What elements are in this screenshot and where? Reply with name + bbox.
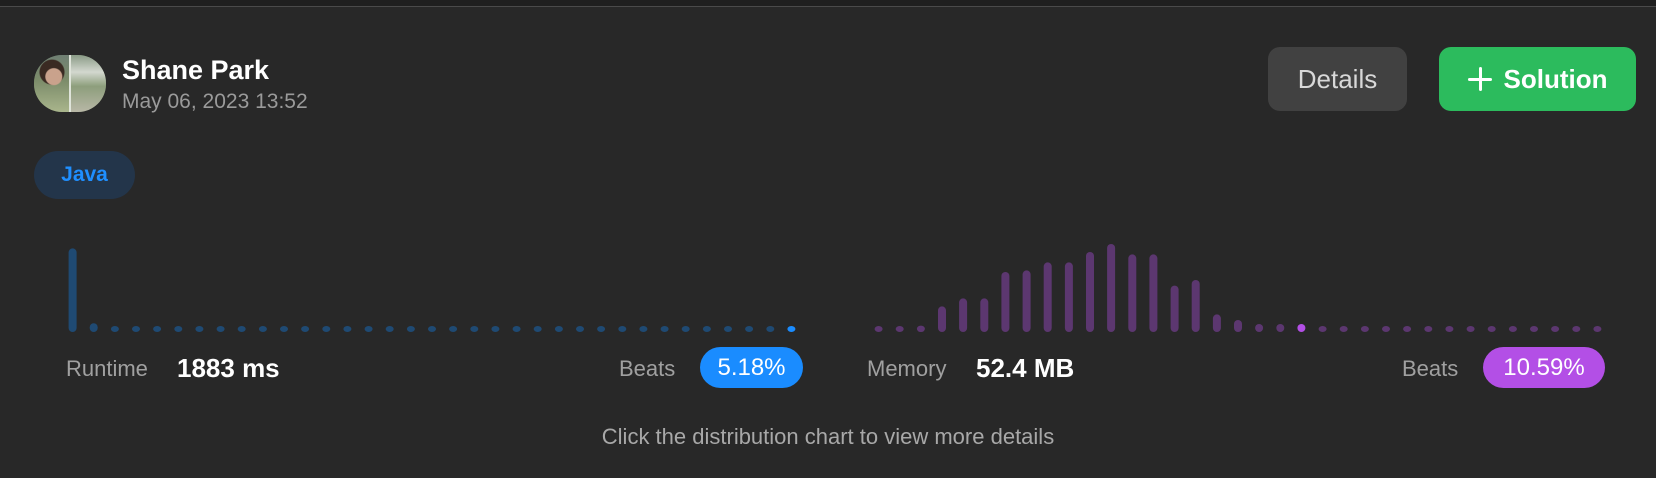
- runtime-bar[interactable]: [597, 326, 606, 332]
- runtime-beats-value: 5.18%: [717, 353, 786, 381]
- runtime-chart-svg[interactable]: [62, 230, 802, 336]
- runtime-bar[interactable]: [195, 326, 204, 332]
- memory-bar[interactable]: [1593, 326, 1602, 332]
- memory-bar[interactable]: [1064, 262, 1073, 332]
- memory-bar[interactable]: [1086, 252, 1094, 332]
- runtime-bar[interactable]: [343, 326, 352, 332]
- memory-bar[interactable]: [874, 326, 883, 332]
- runtime-bar[interactable]: [153, 326, 162, 332]
- memory-bar[interactable]: [1276, 324, 1285, 332]
- runtime-bar[interactable]: [724, 326, 732, 332]
- runtime-distribution-chart[interactable]: [62, 230, 802, 336]
- memory-distribution-chart[interactable]: [868, 230, 1608, 336]
- memory-bar[interactable]: [1234, 320, 1242, 332]
- memory-bar[interactable]: [1403, 326, 1412, 332]
- avatar-divider: [69, 55, 71, 112]
- memory-bar[interactable]: [1128, 254, 1137, 332]
- memory-bar[interactable]: [1107, 244, 1116, 332]
- memory-chart-svg[interactable]: [868, 230, 1608, 336]
- runtime-bar[interactable]: [639, 326, 648, 332]
- runtime-bar[interactable]: [533, 326, 542, 332]
- memory-bar[interactable]: [938, 306, 946, 332]
- runtime-label: Runtime: [66, 356, 148, 381]
- memory-bar[interactable]: [1530, 326, 1538, 332]
- runtime-bar[interactable]: [89, 323, 98, 332]
- runtime-beats-badge: 5.18%: [700, 347, 803, 388]
- memory-bar[interactable]: [895, 326, 904, 332]
- runtime-bar[interactable]: [258, 326, 267, 332]
- avatar-photo-right: [70, 55, 106, 112]
- memory-value: 52.4 MB: [976, 353, 1075, 383]
- memory-bar[interactable]: [1424, 326, 1433, 332]
- submission-timestamp: May 06, 2023 13:52: [122, 90, 308, 113]
- user-name[interactable]: Shane Park: [122, 55, 269, 86]
- memory-bar[interactable]: [1382, 326, 1390, 332]
- language-tag[interactable]: Java: [34, 151, 135, 199]
- memory-bar[interactable]: [1508, 326, 1517, 332]
- memory-beats-value: 10.59%: [1503, 353, 1585, 381]
- solution-button-label: Solution: [1503, 63, 1608, 94]
- runtime-bar[interactable]: [132, 326, 140, 332]
- memory-bar[interactable]: [1170, 285, 1179, 332]
- runtime-value: 1883 ms: [177, 353, 280, 383]
- memory-bar[interactable]: [1191, 280, 1200, 332]
- runtime-bar[interactable]: [702, 326, 711, 332]
- runtime-bar[interactable]: [681, 326, 690, 332]
- memory-beats-label: Beats: [1402, 356, 1459, 381]
- memory-bar[interactable]: [1149, 254, 1158, 332]
- memory-bar[interactable]: [1043, 262, 1052, 332]
- runtime-bar[interactable]: [449, 326, 458, 332]
- runtime-bar[interactable]: [237, 326, 246, 332]
- memory-bar[interactable]: [1360, 326, 1369, 332]
- memory-bar[interactable]: [1297, 324, 1306, 332]
- runtime-bar[interactable]: [766, 326, 775, 332]
- runtime-bar[interactable]: [216, 326, 225, 332]
- runtime-bar[interactable]: [512, 326, 521, 332]
- avatar[interactable]: [34, 55, 106, 112]
- memory-label: Memory: [867, 356, 947, 381]
- runtime-bar[interactable]: [174, 326, 183, 332]
- memory-bar[interactable]: [1318, 326, 1327, 332]
- runtime-bar[interactable]: [618, 326, 627, 332]
- runtime-bar[interactable]: [428, 326, 436, 332]
- details-button-label: Details: [1297, 63, 1378, 94]
- runtime-bar[interactable]: [385, 326, 394, 332]
- plus-icon: [1467, 67, 1492, 91]
- runtime-bar[interactable]: [364, 326, 373, 332]
- runtime-bar[interactable]: [322, 326, 331, 332]
- memory-bar[interactable]: [1445, 326, 1454, 332]
- details-button[interactable]: Details: [1268, 47, 1407, 111]
- runtime-beats-label: Beats: [619, 356, 676, 381]
- runtime-bar[interactable]: [68, 248, 77, 332]
- runtime-bar[interactable]: [110, 326, 119, 332]
- runtime-bar[interactable]: [576, 326, 584, 332]
- memory-beats-badge: 10.59%: [1483, 347, 1605, 388]
- submission-panel: Shane Park May 06, 2023 13:52 Details So…: [0, 6, 1656, 478]
- language-tag-label: Java: [61, 163, 108, 186]
- runtime-bar[interactable]: [406, 326, 415, 332]
- memory-bar[interactable]: [1339, 326, 1348, 332]
- memory-bar[interactable]: [916, 325, 925, 332]
- runtime-bar[interactable]: [660, 326, 669, 332]
- memory-bar[interactable]: [1466, 326, 1475, 332]
- memory-bar[interactable]: [959, 298, 968, 332]
- memory-bar[interactable]: [1572, 326, 1581, 332]
- memory-bar[interactable]: [1551, 326, 1560, 332]
- memory-bar[interactable]: [1212, 314, 1221, 332]
- memory-bar[interactable]: [980, 298, 989, 332]
- chart-hint-text: Click the distribution chart to view mor…: [601, 424, 1055, 449]
- memory-bar[interactable]: [1255, 324, 1264, 332]
- runtime-bar[interactable]: [554, 326, 563, 332]
- avatar-photo-left: [34, 55, 70, 112]
- runtime-bar[interactable]: [787, 326, 796, 332]
- runtime-bar[interactable]: [301, 326, 310, 332]
- memory-bar[interactable]: [1001, 272, 1010, 332]
- memory-bar[interactable]: [1022, 270, 1031, 332]
- runtime-bar[interactable]: [280, 326, 288, 332]
- runtime-bar[interactable]: [470, 326, 479, 332]
- add-solution-button[interactable]: Solution: [1439, 47, 1636, 111]
- memory-bar[interactable]: [1487, 326, 1496, 332]
- runtime-bar[interactable]: [491, 326, 500, 332]
- runtime-bar[interactable]: [745, 326, 754, 332]
